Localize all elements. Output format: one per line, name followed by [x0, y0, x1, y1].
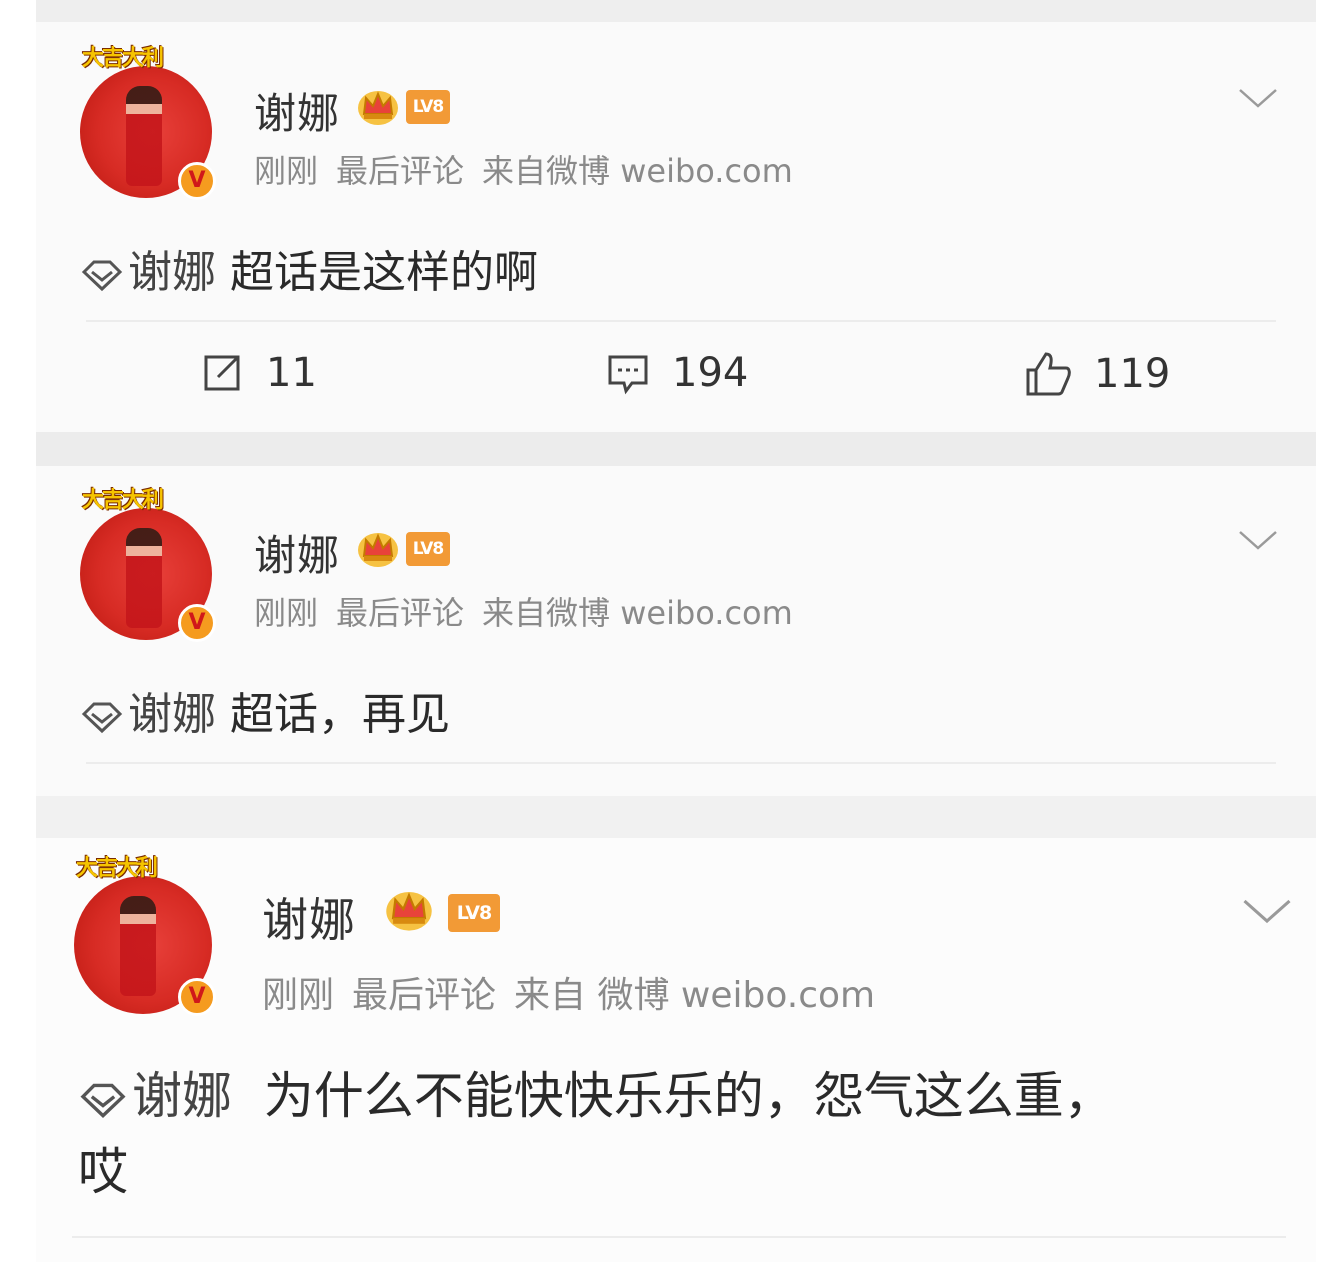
avatar-banner: 大吉大利 — [76, 855, 158, 881]
username[interactable]: 谢娜 — [254, 80, 340, 141]
level-badge: LV8 — [448, 894, 500, 932]
verified-icon: V — [178, 604, 216, 642]
crown-icon — [358, 91, 398, 125]
post-text: 超话是这样的啊 — [230, 247, 538, 298]
avatar-banner: 大吉大利 — [82, 45, 164, 71]
avatar[interactable]: 大吉大利 V — [74, 855, 216, 1016]
comment-count: 194 — [672, 350, 749, 396]
supertopic-diamond-icon — [81, 260, 123, 292]
avatar-figure — [126, 528, 162, 628]
supertopic-name[interactable]: 谢娜 — [128, 247, 216, 298]
verified-icon: V — [178, 978, 216, 1016]
last-comment-label: 最后评论 — [336, 152, 465, 190]
post-time: 刚刚 — [254, 152, 319, 190]
avatar[interactable]: 大吉大利 V — [80, 487, 216, 642]
chevron-down-icon[interactable] — [1242, 896, 1292, 926]
divider — [72, 1236, 1286, 1238]
post-text: 超话，再见 — [230, 689, 450, 740]
repost-count: 11 — [266, 350, 317, 396]
last-comment-label: 最后评论 — [352, 975, 497, 1016]
supertopic-name[interactable]: 谢娜 — [128, 689, 216, 740]
post-meta: 刚刚 最后评论 来自微博 weibo.com — [254, 146, 811, 192]
weibo-post-3[interactable] — [36, 838, 1316, 1262]
crown-icon — [358, 533, 398, 567]
crown-icon — [386, 891, 432, 931]
post-source: 来自微博 weibo.com — [482, 594, 793, 632]
post-meta: 刚刚 最后评论 来自微博 weibo.com — [254, 588, 811, 634]
level-badge: LV8 — [406, 90, 450, 124]
like-icon — [1026, 352, 1071, 396]
post-source: 来自微博 weibo.com — [482, 152, 793, 190]
divider — [86, 762, 1276, 764]
top-separator — [36, 0, 1316, 22]
repost-button[interactable]: 11 — [200, 350, 317, 396]
supertopic-diamond-icon — [81, 702, 123, 734]
level-badge: LV8 — [406, 532, 450, 566]
post-content: 谢娜 超话，再见 — [80, 678, 450, 742]
avatar-banner: 大吉大利 — [82, 487, 164, 513]
post-separator — [36, 796, 1316, 838]
avatar-figure — [126, 86, 162, 186]
repost-icon — [204, 355, 240, 391]
chevron-down-icon[interactable] — [1238, 528, 1278, 552]
like-button[interactable]: 119 — [1024, 350, 1170, 398]
post-time: 刚刚 — [254, 594, 319, 632]
post-text-continued: 哎 — [78, 1143, 128, 1201]
post-separator — [36, 432, 1316, 466]
username[interactable]: 谢娜 — [254, 522, 340, 583]
supertopic-name[interactable]: 谢娜 — [132, 1067, 232, 1125]
username[interactable]: 谢娜 — [262, 884, 356, 950]
post-content: 谢娜 超话是这样的啊 — [80, 236, 538, 300]
post-meta: 刚刚 最后评论 来自 微博 weibo.com — [262, 966, 893, 1018]
like-count: 119 — [1094, 351, 1171, 397]
verified-icon: V — [178, 162, 216, 200]
comment-icon — [608, 355, 648, 395]
supertopic-diamond-icon — [80, 1083, 126, 1118]
divider — [86, 320, 1276, 322]
chevron-down-icon[interactable] — [1238, 86, 1278, 110]
post-content: 谢娜 为什么不能快快乐乐的，怨气这么重， — [78, 1056, 1114, 1128]
post-time: 刚刚 — [262, 975, 335, 1016]
post-source: 来自 微博 weibo.com — [514, 975, 876, 1016]
avatar-figure — [120, 896, 156, 996]
post-text: 为什么不能快快乐乐的，怨气这么重， — [263, 1067, 1114, 1125]
last-comment-label: 最后评论 — [336, 594, 465, 632]
comment-button[interactable]: 194 — [606, 350, 748, 396]
avatar[interactable]: 大吉大利 V — [80, 45, 216, 200]
